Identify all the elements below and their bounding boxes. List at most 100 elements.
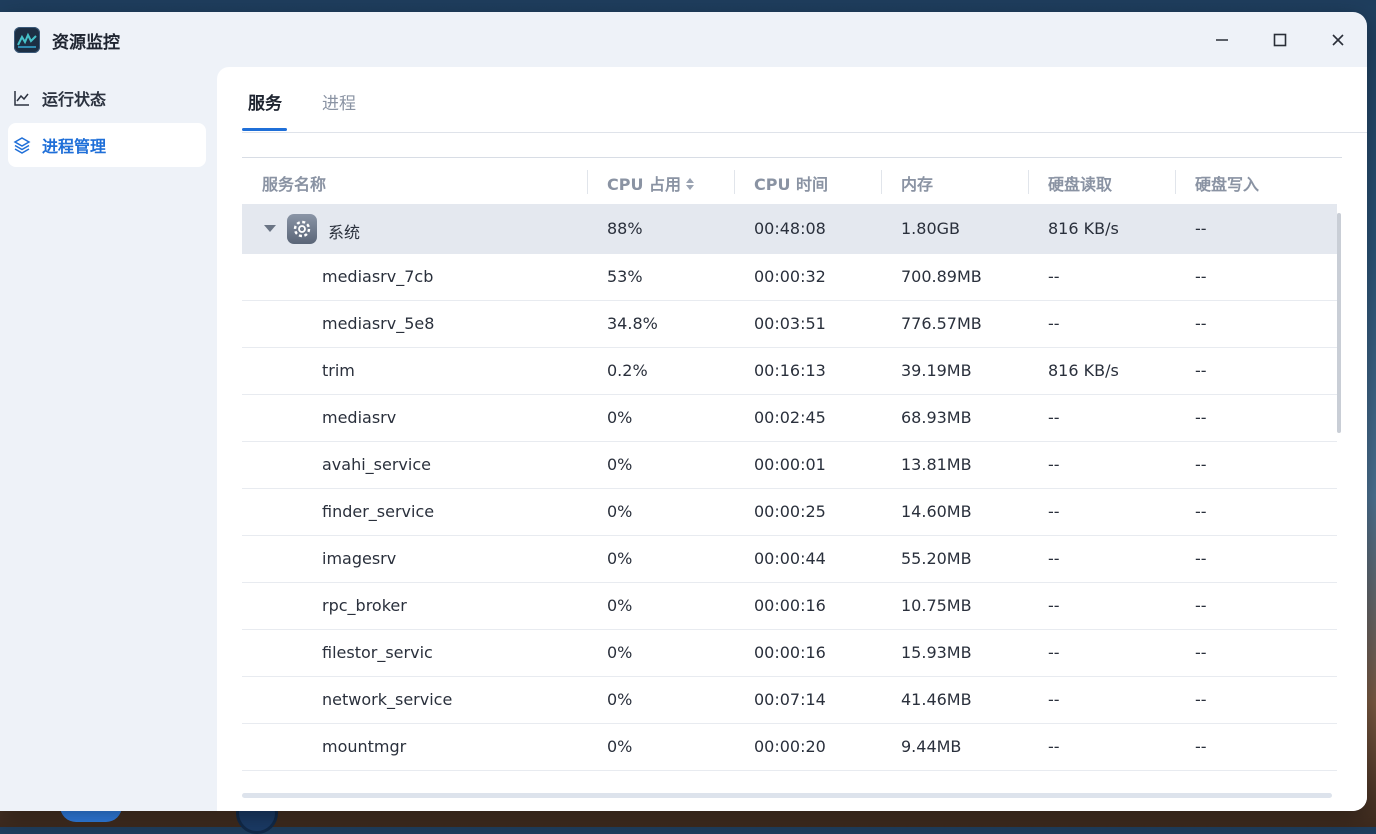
column-divider[interactable] xyxy=(734,170,735,194)
memory: 700.89MB xyxy=(901,267,982,286)
table-body: 系统 88% 00:48:08 1.80GB 816 KB/s -- media… xyxy=(242,204,1337,771)
sidebar-item-label: 运行状态 xyxy=(42,90,107,109)
disk-write: -- xyxy=(1195,643,1207,662)
memory: 68.93MB xyxy=(901,408,972,427)
table-row[interactable]: avahi_service 0% 00:00:01 13.81MB -- -- xyxy=(242,442,1337,489)
memory: 55.20MB xyxy=(901,549,972,568)
disk-read: 816 KB/s xyxy=(1048,219,1119,238)
column-divider[interactable] xyxy=(587,170,588,194)
table-row[interactable]: trim 0.2% 00:16:13 39.19MB 816 KB/s -- xyxy=(242,348,1337,395)
disk-write: -- xyxy=(1195,408,1207,427)
resource-monitor-window: 资源监控 运行状态 进程管理 服务 进程 服务名称 CPU 占用 CPU 时间 … xyxy=(0,12,1367,811)
table-row[interactable]: mediasrv_7cb 53% 00:00:32 700.89MB -- -- xyxy=(242,254,1337,301)
memory: 14.60MB xyxy=(901,502,972,521)
vertical-scrollbar[interactable] xyxy=(1337,213,1341,433)
disk-read: -- xyxy=(1048,408,1060,427)
column-divider[interactable] xyxy=(881,170,882,194)
memory: 10.75MB xyxy=(901,596,972,615)
cpu-usage: 0% xyxy=(607,737,633,756)
column-header-name[interactable]: 服务名称 xyxy=(262,171,326,195)
memory: 41.46MB xyxy=(901,690,972,709)
cpu-usage: 0% xyxy=(607,596,633,615)
group-row-system[interactable]: 系统 88% 00:48:08 1.80GB 816 KB/s -- xyxy=(242,204,1337,254)
collapse-caret-icon[interactable] xyxy=(264,225,276,232)
column-header-cpu-time[interactable]: CPU 时间 xyxy=(754,171,828,195)
cpu-time: 00:02:45 xyxy=(754,408,826,427)
column-header-memory[interactable]: 内存 xyxy=(901,171,933,195)
maximize-button[interactable] xyxy=(1266,26,1294,54)
cpu-usage: 0.2% xyxy=(607,361,648,380)
service-name: rpc_broker xyxy=(322,596,407,615)
title-bar[interactable]: 资源监控 xyxy=(0,12,1367,68)
sidebar-item-status[interactable]: 运行状态 xyxy=(8,76,206,120)
column-header-cpu-usage[interactable]: CPU 占用 xyxy=(607,171,695,196)
cpu-usage: 53% xyxy=(607,267,643,286)
table-row[interactable]: mediasrv_5e8 34.8% 00:03:51 776.57MB -- … xyxy=(242,301,1337,348)
active-tab-indicator xyxy=(242,128,287,131)
minimize-icon xyxy=(1216,39,1228,41)
sort-icon[interactable] xyxy=(685,176,695,196)
services-table: 服务名称 CPU 占用 CPU 时间 内存 硬盘读取 硬盘写入 系统 88% 0… xyxy=(242,157,1342,790)
memory: 15.93MB xyxy=(901,643,972,662)
disk-read: -- xyxy=(1048,455,1060,474)
cpu-time: 00:00:01 xyxy=(754,455,826,474)
minimize-button[interactable] xyxy=(1208,26,1236,54)
table-row[interactable]: finder_service 0% 00:00:25 14.60MB -- -- xyxy=(242,489,1337,536)
tab-processes[interactable]: 进程 xyxy=(322,89,356,114)
disk-write: -- xyxy=(1195,361,1207,380)
cpu-usage: 0% xyxy=(607,455,633,474)
memory: 9.44MB xyxy=(901,737,962,756)
disk-read: -- xyxy=(1048,267,1060,286)
cpu-usage: 34.8% xyxy=(607,314,658,333)
cpu-usage: 0% xyxy=(607,549,633,568)
maximize-icon xyxy=(1273,33,1287,47)
table-row[interactable]: filestor_servic 0% 00:00:16 15.93MB -- -… xyxy=(242,630,1337,677)
layers-icon xyxy=(12,135,32,155)
table-row[interactable]: rpc_broker 0% 00:00:16 10.75MB -- -- xyxy=(242,583,1337,630)
system-gear-icon xyxy=(287,214,317,244)
cpu-time: 00:00:16 xyxy=(754,596,826,615)
horizontal-scrollbar[interactable] xyxy=(242,793,1332,798)
sidebar-item-process-management[interactable]: 进程管理 xyxy=(8,123,206,167)
group-name: 系统 xyxy=(328,223,361,242)
service-name: network_service xyxy=(322,690,453,709)
disk-write: -- xyxy=(1195,737,1207,756)
memory: 1.80GB xyxy=(901,219,960,238)
tab-services[interactable]: 服务 xyxy=(248,89,282,114)
resource-monitor-app-icon xyxy=(14,27,40,53)
service-name: finder_service xyxy=(322,502,435,521)
disk-read: -- xyxy=(1048,502,1060,521)
window-title: 资源监控 xyxy=(52,33,120,53)
close-button[interactable] xyxy=(1324,26,1352,54)
close-icon xyxy=(1332,34,1344,46)
main-panel: 服务 进程 服务名称 CPU 占用 CPU 时间 内存 硬盘读取 硬盘写入 系统… xyxy=(217,67,1367,811)
sidebar-item-label: 进程管理 xyxy=(42,137,107,156)
cpu-time: 00:16:13 xyxy=(754,361,826,380)
service-name: mountmgr xyxy=(322,737,407,756)
disk-write: -- xyxy=(1195,596,1207,615)
service-name: filestor_servic xyxy=(322,643,433,662)
disk-read: 816 KB/s xyxy=(1048,361,1119,380)
disk-read: -- xyxy=(1048,737,1060,756)
memory: 776.57MB xyxy=(901,314,982,333)
line-chart-icon xyxy=(12,88,32,108)
column-header-disk-read[interactable]: 硬盘读取 xyxy=(1048,171,1112,195)
disk-read: -- xyxy=(1048,314,1060,333)
disk-read: -- xyxy=(1048,643,1060,662)
service-name: mediasrv xyxy=(322,408,397,427)
cpu-usage: 0% xyxy=(607,408,633,427)
table-row[interactable]: network_service 0% 00:07:14 41.46MB -- -… xyxy=(242,677,1337,724)
column-divider[interactable] xyxy=(1175,170,1176,194)
column-divider[interactable] xyxy=(1028,170,1029,194)
table-row[interactable]: imagesrv 0% 00:00:44 55.20MB -- -- xyxy=(242,536,1337,583)
cpu-usage: 0% xyxy=(607,643,633,662)
disk-read: -- xyxy=(1048,690,1060,709)
table-row[interactable]: mediasrv 0% 00:02:45 68.93MB -- -- xyxy=(242,395,1337,442)
memory: 13.81MB xyxy=(901,455,972,474)
memory: 39.19MB xyxy=(901,361,972,380)
column-header-disk-write[interactable]: 硬盘写入 xyxy=(1195,171,1259,195)
service-name: avahi_service xyxy=(322,455,431,474)
cpu-usage: 88% xyxy=(607,219,643,238)
cpu-time: 00:07:14 xyxy=(754,690,826,709)
table-row[interactable]: mountmgr 0% 00:00:20 9.44MB -- -- xyxy=(242,724,1337,771)
